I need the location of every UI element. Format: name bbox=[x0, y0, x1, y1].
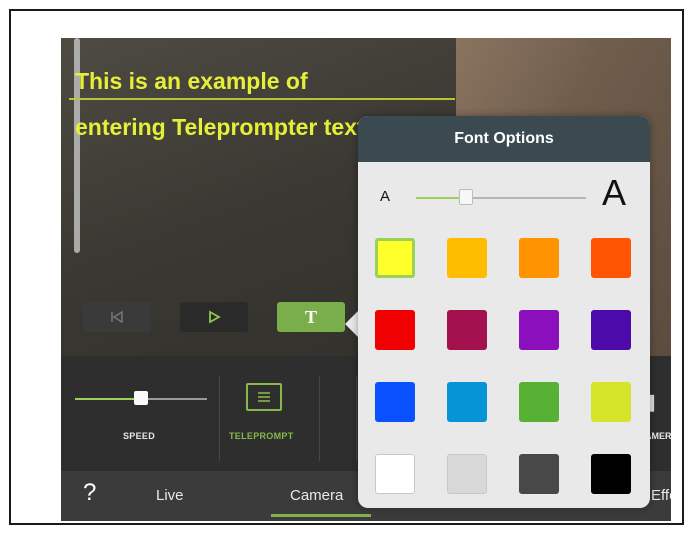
teleprompt-button[interactable] bbox=[246, 383, 282, 411]
color-swatch[interactable] bbox=[591, 382, 631, 422]
font-options-button[interactable]: T bbox=[277, 302, 345, 332]
tab-effects[interactable]: Effects bbox=[651, 487, 671, 504]
toolbar-divider bbox=[219, 376, 220, 461]
teleprompter-reading-line bbox=[69, 98, 455, 100]
tab-camera[interactable]: Camera bbox=[290, 487, 343, 504]
popover-arrow bbox=[345, 310, 359, 338]
font-size-small-label: A bbox=[380, 188, 391, 205]
skip-back-icon bbox=[111, 311, 123, 323]
speed-slider-remaining bbox=[141, 398, 207, 400]
color-swatch[interactable] bbox=[375, 310, 415, 350]
color-swatch[interactable] bbox=[447, 382, 487, 422]
toolbar-divider bbox=[356, 376, 357, 461]
color-swatch[interactable] bbox=[519, 310, 559, 350]
play-icon bbox=[209, 310, 221, 324]
color-swatch[interactable] bbox=[519, 238, 559, 278]
toolbar-divider bbox=[319, 376, 320, 461]
color-swatch[interactable] bbox=[375, 238, 415, 278]
screenshot-frame: This is an example of entering Telepromp… bbox=[9, 9, 684, 525]
color-swatch[interactable] bbox=[519, 382, 559, 422]
color-swatch[interactable] bbox=[375, 382, 415, 422]
font-size-slider-knob[interactable] bbox=[459, 189, 473, 205]
app-window: This is an example of entering Telepromp… bbox=[61, 38, 671, 521]
text-lines-icon bbox=[258, 392, 270, 402]
color-swatch[interactable] bbox=[591, 454, 631, 494]
speed-label: SPEED bbox=[123, 431, 156, 441]
font-size-slider-fill bbox=[416, 197, 462, 199]
color-swatch[interactable] bbox=[591, 310, 631, 350]
color-swatch[interactable] bbox=[591, 238, 631, 278]
teleprompter-line-1: This is an example of bbox=[75, 68, 308, 94]
color-swatch[interactable] bbox=[447, 238, 487, 278]
font-options-popover: Font Options A A bbox=[358, 116, 650, 508]
color-swatch[interactable] bbox=[519, 454, 559, 494]
skip-back-button[interactable] bbox=[83, 302, 151, 332]
teleprompt-label: TELEPROMPT bbox=[229, 431, 294, 441]
color-swatch[interactable] bbox=[447, 310, 487, 350]
help-button[interactable]: ? bbox=[83, 479, 96, 507]
tab-live[interactable]: Live bbox=[156, 487, 184, 504]
color-swatch[interactable] bbox=[447, 454, 487, 494]
speed-slider-knob[interactable] bbox=[134, 391, 148, 405]
popover-title: Font Options bbox=[358, 116, 650, 162]
teleprompter-line-2: entering Teleprompter text bbox=[75, 114, 365, 140]
font-size-large-label: A bbox=[602, 172, 627, 213]
color-swatch[interactable] bbox=[375, 454, 415, 494]
tab-selection-indicator bbox=[271, 514, 371, 517]
play-button[interactable] bbox=[180, 302, 248, 332]
